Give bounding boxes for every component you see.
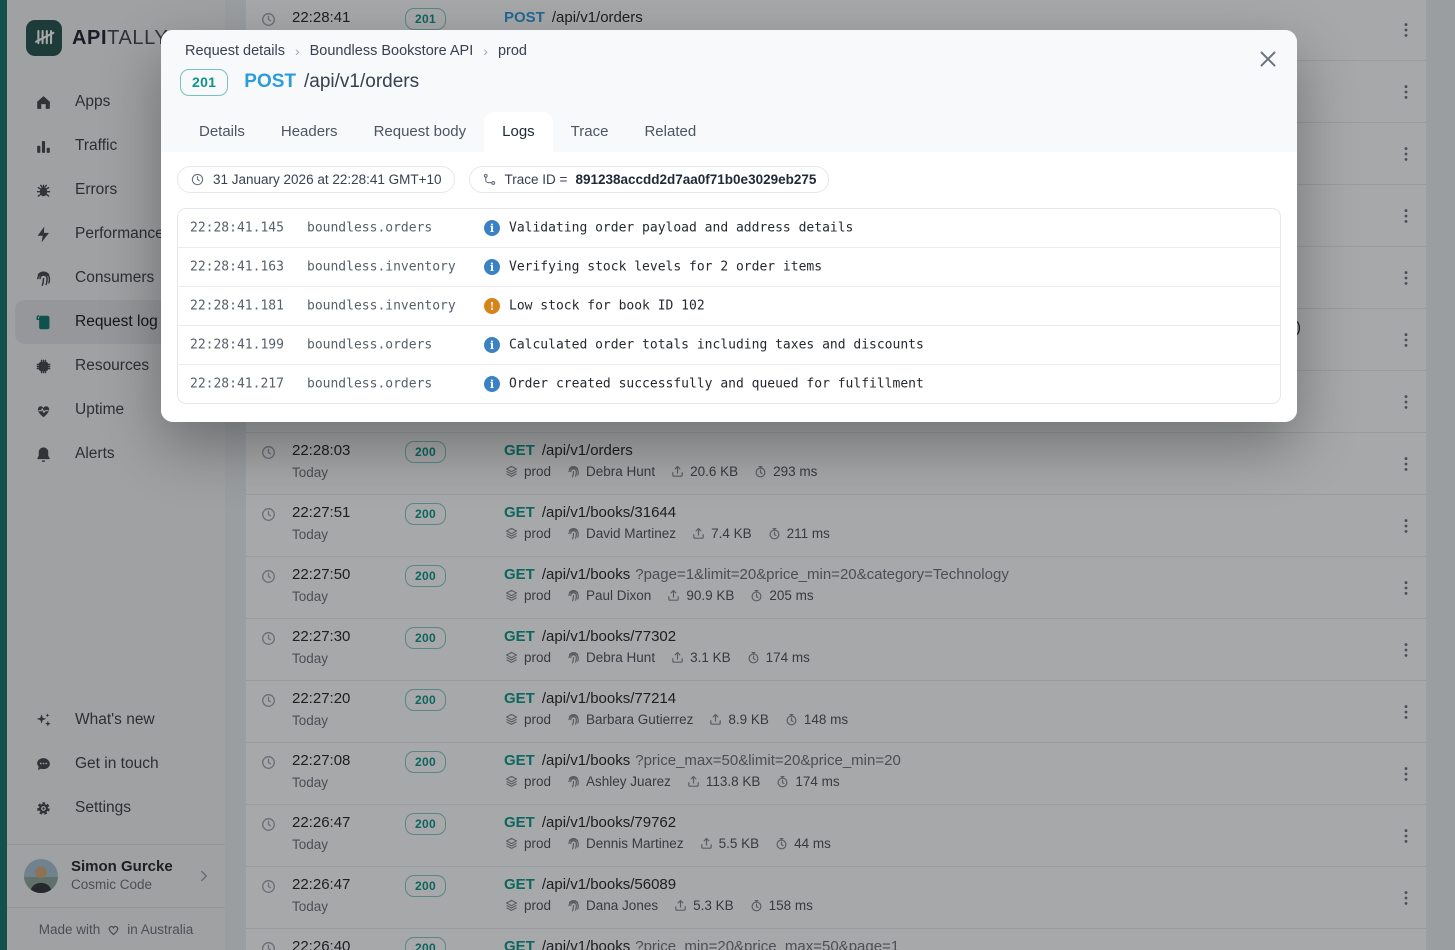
log-message: Order created successfully and queued fo… [509,377,924,392]
log-logger: boundless.orders [307,338,432,353]
log-time: 22:28:41.199 [190,338,284,353]
log-message: Calculated order totals including taxes … [509,338,924,353]
log-logger: boundless.orders [307,377,432,392]
log-message: Verifying stock levels for 2 order items [509,260,822,275]
log-logger: boundless.orders [307,221,432,236]
status-badge: 201 [180,69,228,96]
clock-icon [190,172,205,187]
log-entry-row[interactable]: 22:28:41.217 boundless.orders i Order creat… [178,364,1280,403]
modal-tabs: DetailsHeadersRequest bodyLogsTraceRelat… [181,112,714,152]
log-time: 22:28:41.145 [190,221,284,236]
breadcrumb-separator: › [483,43,488,59]
endpoint-path: /api/v1/orders [304,71,419,92]
tab-related[interactable]: Related [626,112,714,152]
log-time: 22:28:41.217 [190,377,284,392]
modal-title-row: 201 POST/api/v1/orders [180,69,419,96]
breadcrumb-request-details[interactable]: Request details [185,43,285,59]
page-title: POST/api/v1/orders [244,71,419,93]
trace-id-chip: Trace ID = 891238accdd2d7aa0f71b0e3029eb… [469,166,830,193]
log-entry-row[interactable]: 22:28:41.163 boundless.inventory i Verifyin… [178,247,1280,286]
log-logger: boundless.inventory [307,299,456,314]
close-icon [1255,46,1281,72]
tab-trace[interactable]: Trace [553,112,627,152]
info-icon: i [484,220,500,236]
tab-logs[interactable]: Logs [484,112,553,152]
info-icon: i [484,376,500,392]
trace-icon [482,172,497,187]
trace-id-value: 891238accdd2d7aa0f71b0e3029eb275 [575,172,816,187]
modal-body: 31 January 2026 at 22:28:41 GMT+10 Trace… [161,152,1297,418]
breadcrumb-app[interactable]: Boundless Bookstore API [310,43,474,59]
breadcrumb: Request details › Boundless Bookstore AP… [185,43,527,59]
log-entry-row[interactable]: 22:28:41.199 boundless.orders i Calculated … [178,325,1280,364]
info-icon: i [484,259,500,275]
modal-header: Request details › Boundless Bookstore AP… [161,30,1297,152]
close-button[interactable] [1255,46,1281,72]
log-table: 22:28:41.145 boundless.orders i Validating … [177,208,1281,404]
info-icon: i [484,337,500,353]
log-entry-row[interactable]: 22:28:41.145 boundless.orders i Validating … [178,209,1280,247]
breadcrumb-separator: › [295,43,300,59]
chips-row: 31 January 2026 at 22:28:41 GMT+10 Trace… [177,166,1281,193]
warning-icon: ! [484,298,500,314]
log-time: 22:28:41.181 [190,299,284,314]
request-details-modal: Request details › Boundless Bookstore AP… [161,30,1297,422]
breadcrumb-env[interactable]: prod [498,43,527,59]
log-message: Validating order payload and address det… [509,221,853,236]
tab-details[interactable]: Details [181,112,263,152]
log-message: Low stock for book ID 102 [509,299,705,314]
tab-request-body[interactable]: Request body [356,112,485,152]
log-entry-row[interactable]: 22:28:41.181 boundless.inventory! Low stoc… [178,286,1280,325]
log-time: 22:28:41.163 [190,260,284,275]
timestamp-chip: 31 January 2026 at 22:28:41 GMT+10 [177,166,455,193]
log-logger: boundless.inventory [307,260,456,275]
tab-headers[interactable]: Headers [263,112,356,152]
http-method: POST [244,71,296,92]
